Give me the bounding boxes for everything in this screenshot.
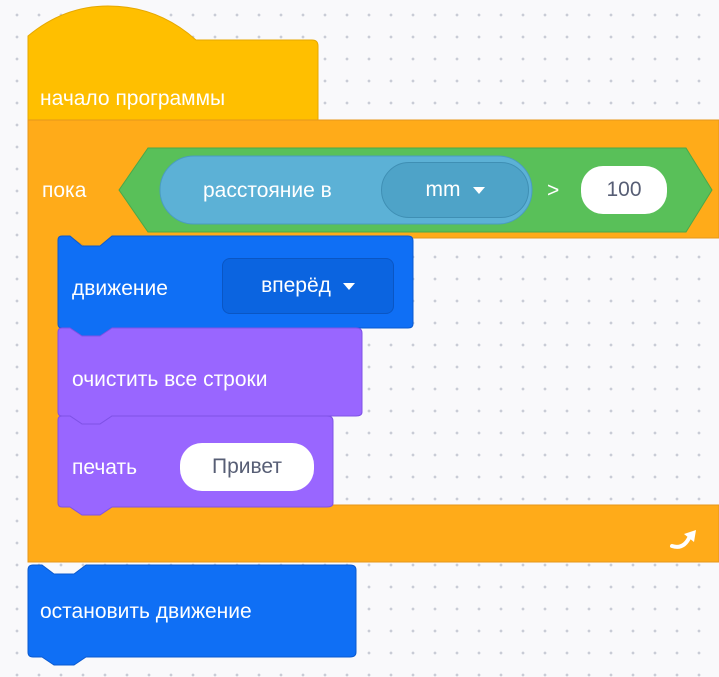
- while-block-label: пока: [42, 179, 87, 202]
- clear-lines-label: очистить все строки: [72, 368, 268, 391]
- move-block-label: движение: [72, 277, 168, 300]
- start-block-label: начало программы: [40, 87, 226, 110]
- direction-dropdown-value: вперёд: [261, 274, 331, 297]
- comparison-operator: >: [547, 179, 560, 202]
- stop-motion-label: остановить движение: [40, 600, 252, 623]
- unit-dropdown-value: mm: [425, 178, 461, 201]
- chevron-down-icon: [472, 186, 485, 194]
- print-text-input[interactable]: Привет: [180, 443, 314, 491]
- comparison-value-input[interactable]: 100: [581, 166, 667, 214]
- distance-sensor-label: расстояние в: [203, 179, 332, 202]
- print-block-label: печать: [72, 456, 138, 479]
- unit-dropdown[interactable]: mm: [381, 162, 529, 218]
- direction-dropdown[interactable]: вперёд: [222, 258, 394, 314]
- chevron-down-icon: [342, 282, 355, 290]
